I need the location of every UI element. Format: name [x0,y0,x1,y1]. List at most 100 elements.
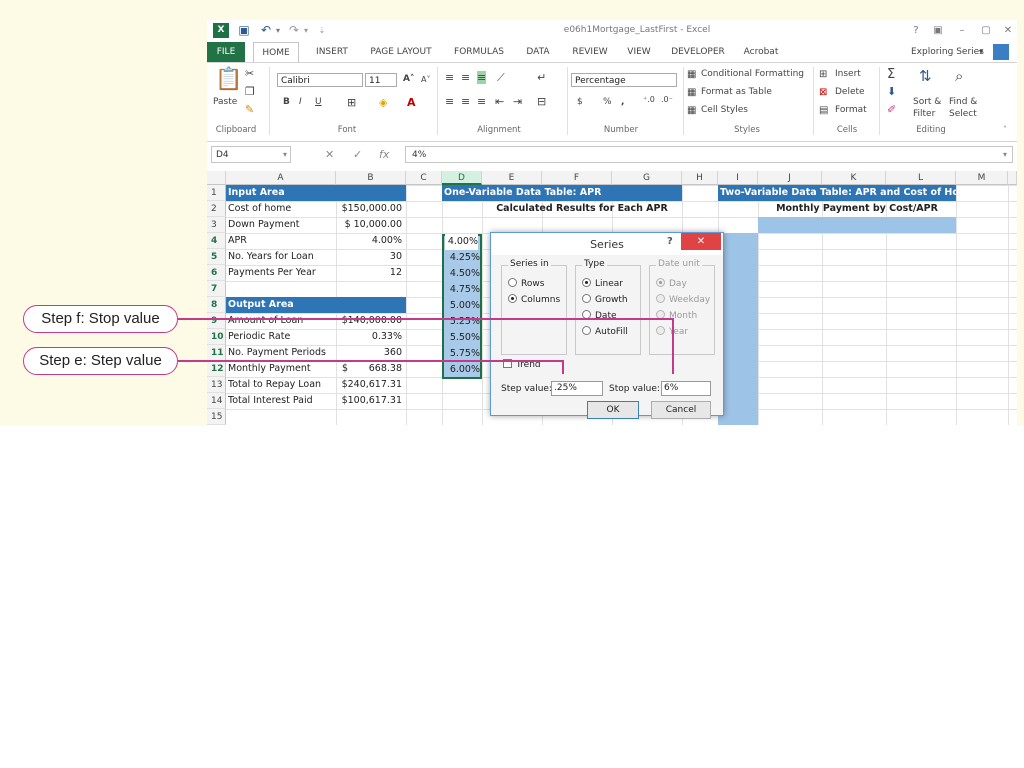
increase-decimal-icon[interactable]: ⁺.0 [643,95,655,104]
align-left-icon[interactable]: ≡ [445,95,454,108]
paste-button[interactable]: Paste [213,97,237,107]
row-header[interactable]: 10 [207,329,226,345]
tab-view[interactable]: VIEW [621,42,657,62]
output-label[interactable]: Periodic Rate [226,329,336,345]
input-label[interactable]: Cost of home [226,201,336,217]
output-value[interactable]: 668.38 [354,361,406,377]
tab-data[interactable]: DATA [519,42,557,62]
decrease-indent-icon[interactable]: ⇤ [495,95,504,108]
grow-font-icon[interactable]: A˄ [403,74,414,84]
select-all-corner[interactable] [207,171,226,185]
type-linear-radio[interactable]: Linear [582,278,623,291]
two-variable-table-header[interactable]: Two-Variable Data Table: APR and Cost of… [718,185,956,201]
type-autofill-radio[interactable]: AutoFill [582,326,628,339]
account-name[interactable]: Exploring Series [911,42,984,62]
borders-icon[interactable]: ⊞ [347,96,356,109]
cut-icon[interactable]: ✂ [245,67,254,80]
column-header[interactable]: K [822,171,886,185]
dialog-close-icon[interactable]: ✕ [681,233,721,250]
row-header[interactable]: 12 [207,361,226,377]
expand-formula-icon[interactable]: ▾ [1003,146,1007,163]
input-value[interactable]: 30 [336,249,406,265]
row-header[interactable]: 6 [207,265,226,281]
undo-dropdown-icon[interactable]: ▾ [271,23,285,38]
two-variable-column-input-range[interactable] [718,233,758,425]
column-header[interactable]: H [682,171,718,185]
sort-filter-label[interactable]: Sort & [913,97,941,107]
series-in-columns-radio[interactable]: Columns [508,294,560,307]
tab-formulas[interactable]: FORMULAS [447,42,511,62]
output-value[interactable]: 360 [336,345,406,361]
column-header[interactable]: B [336,171,406,185]
align-bottom-icon[interactable]: ≡ [477,71,487,84]
format-as-table-button[interactable]: Format as Table [701,87,772,97]
formula-input[interactable]: 4% [405,146,1013,163]
insert-cells-button[interactable]: Insert [835,69,861,79]
clear-icon[interactable]: ✐ [887,103,896,116]
decrease-decimal-icon[interactable]: .0⁻ [661,95,673,104]
two-variable-subheader[interactable]: Monthly Payment by Cost/APR [758,201,956,217]
apr-cell[interactable]: 5.50% [444,330,480,346]
input-area-header[interactable]: Input Area [226,185,406,201]
row-header[interactable]: 9 [207,313,226,329]
cancel-button[interactable]: Cancel [651,401,711,419]
tab-developer[interactable]: DEVELOPER [667,42,729,62]
customize-toolbar-icon[interactable]: ⇣ [315,23,329,38]
account-dropdown-icon[interactable]: ▾ [979,42,983,62]
row-header[interactable]: 13 [207,377,226,393]
font-size-box[interactable]: 11 [365,73,397,87]
avatar[interactable] [993,44,1009,60]
tab-page-layout[interactable]: PAGE LAYOUT [365,42,437,62]
output-label[interactable]: Monthly Payment [226,361,336,377]
apr-cell[interactable]: 6.00% [444,362,480,378]
save-icon[interactable]: ▣ [237,23,251,38]
conditional-formatting-button[interactable]: Conditional Formatting [701,69,804,79]
maximize-icon[interactable]: ▢ [977,23,995,39]
output-label[interactable]: Amount of Loan [226,313,336,329]
column-header[interactable]: F [542,171,612,185]
percent-button[interactable]: % [603,97,612,107]
tab-acrobat[interactable]: Acrobat [737,42,785,62]
row-header[interactable]: 11 [207,345,226,361]
copy-icon[interactable]: ❐ [245,85,255,98]
column-header[interactable]: E [482,171,542,185]
dialog-help-icon[interactable]: ? [667,236,673,247]
input-label[interactable]: Down Payment [226,217,336,233]
column-header[interactable]: M [956,171,1008,185]
select-label[interactable]: Select [949,109,977,119]
shrink-font-icon[interactable]: A˅ [421,75,430,84]
orientation-icon[interactable]: ⟋ [497,71,505,85]
series-in-rows-radio[interactable]: Rows [508,278,544,291]
increase-indent-icon[interactable]: ⇥ [513,95,522,108]
row-header[interactable]: 4 [207,233,226,249]
tab-file[interactable]: FILE [207,42,245,62]
column-header[interactable]: L [886,171,956,185]
stop-value-input[interactable]: 6% [661,381,711,396]
type-growth-radio[interactable]: Growth [582,294,628,307]
output-label[interactable]: Total to Repay Loan [226,377,336,393]
output-value[interactable]: 0.33% [336,329,406,345]
format-painter-icon[interactable]: ✎ [245,103,254,116]
row-header[interactable]: 1 [207,185,226,201]
formula-enter-icon[interactable]: ✓ [353,146,362,163]
input-value[interactable]: 4.00% [336,233,406,249]
wrap-text-icon[interactable]: ↵ [537,71,546,84]
tab-review[interactable]: REVIEW [567,42,613,62]
apr-cell[interactable]: 4.25% [444,250,480,266]
format-cells-button[interactable]: Format [835,105,867,115]
one-variable-table-header[interactable]: One-Variable Data Table: APR [442,185,682,201]
comma-button[interactable]: , [621,97,624,107]
output-label[interactable]: No. Payment Periods [226,345,336,361]
column-header[interactable]: G [612,171,682,185]
name-box-dropdown-icon[interactable]: ▾ [283,146,287,163]
align-center-icon[interactable]: ≡ [461,95,470,108]
help-icon[interactable]: ? [907,23,925,39]
tab-home[interactable]: HOME [253,42,299,63]
italic-button[interactable]: I [299,97,302,107]
redo-dropdown-icon[interactable]: ▾ [299,23,313,38]
output-value[interactable]: $240,617.31 [336,377,406,393]
row-header[interactable]: 14 [207,393,226,409]
row-header[interactable]: 7 [207,281,226,297]
column-header[interactable]: A [226,171,336,185]
ok-button[interactable]: OK [587,401,639,419]
